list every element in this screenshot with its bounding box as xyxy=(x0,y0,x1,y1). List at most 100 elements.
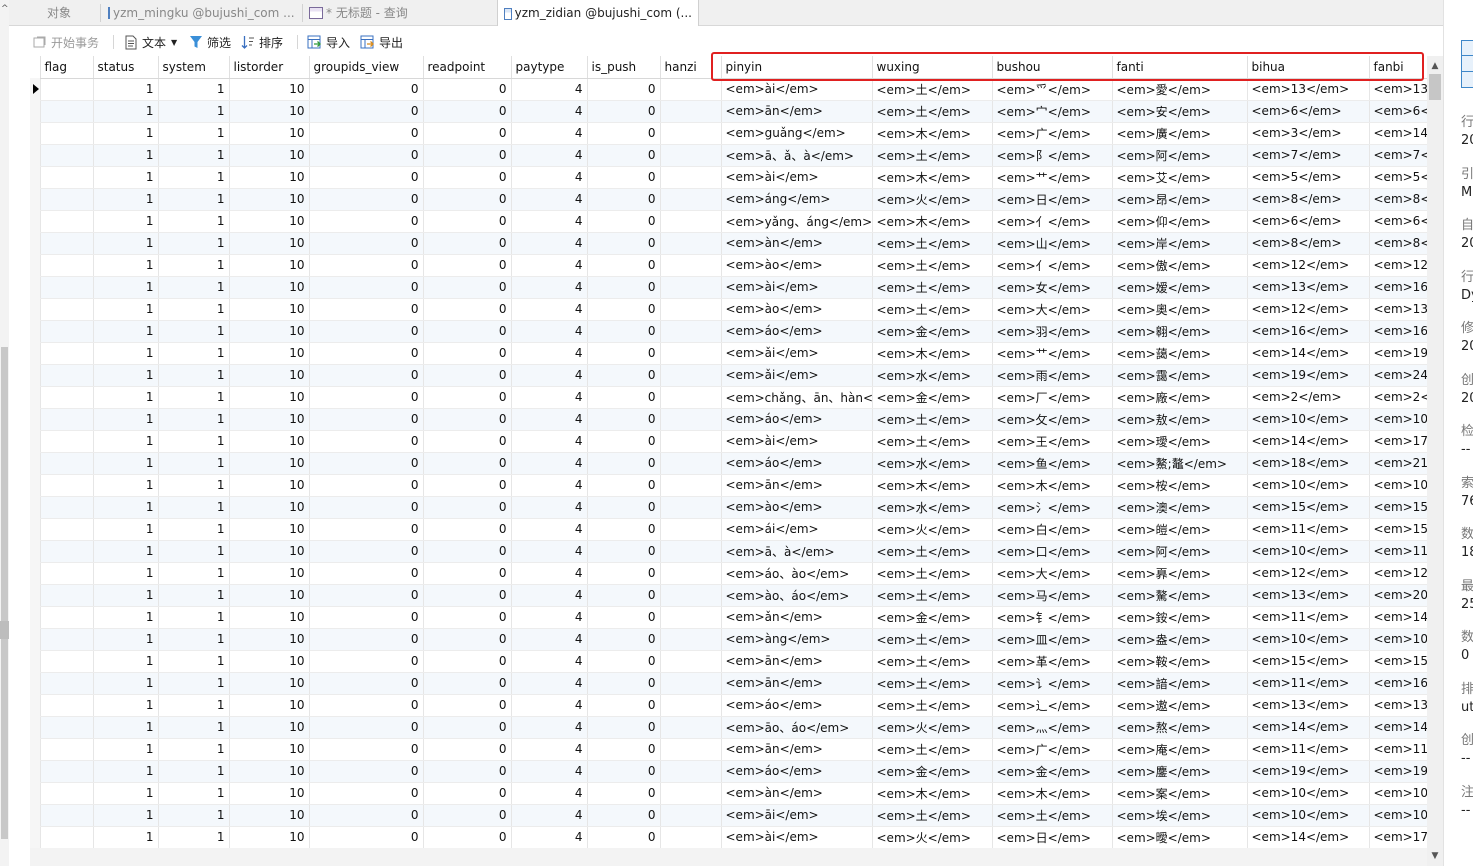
cell-readpoint[interactable]: 0 xyxy=(423,562,512,585)
cell-paytype[interactable]: 4 xyxy=(511,694,588,717)
cell-paytype[interactable]: 4 xyxy=(511,144,588,167)
cell-status[interactable]: 1 xyxy=(93,166,159,189)
cell-bushou[interactable]: <em>亻</em> xyxy=(992,210,1113,233)
cell-fanbi[interactable]: <em>15 xyxy=(1369,496,1427,519)
cell-listorder[interactable]: 10 xyxy=(229,628,310,651)
cell-readpoint[interactable]: 0 xyxy=(423,760,512,783)
cell-pinyin[interactable]: <em>ài</em> xyxy=(721,78,873,101)
cell-flag[interactable] xyxy=(40,232,94,255)
cell-listorder[interactable]: 10 xyxy=(229,760,310,783)
cell-hanzi[interactable] xyxy=(660,78,722,101)
left-strip-splitter-handle[interactable] xyxy=(0,621,9,639)
cell-paytype[interactable]: 4 xyxy=(511,364,588,387)
column-header-fanbi[interactable]: fanbi xyxy=(1369,56,1427,79)
cell-wuxing[interactable]: <em>水</em> xyxy=(872,452,993,475)
cell-listorder[interactable]: 10 xyxy=(229,606,310,629)
cell-paytype[interactable]: 4 xyxy=(511,232,588,255)
cell-bushou[interactable]: <em>日</em> xyxy=(992,188,1113,211)
cell-bushou[interactable]: <em>革</em> xyxy=(992,650,1113,673)
cell-paytype[interactable]: 4 xyxy=(511,452,588,475)
cell-wuxing[interactable]: <em>水</em> xyxy=(872,496,993,519)
cell-listorder[interactable]: 10 xyxy=(229,188,310,211)
cell-listorder[interactable]: 10 xyxy=(229,562,310,585)
cell-status[interactable]: 1 xyxy=(93,826,159,848)
cell-pinyin[interactable]: <em>ā、à</em> xyxy=(721,540,873,563)
cell-system[interactable]: 1 xyxy=(158,452,230,475)
cell-fanti[interactable]: <em>仰</em> xyxy=(1112,210,1248,233)
cell-paytype[interactable]: 4 xyxy=(511,298,588,321)
cell-fanbi[interactable]: <em>10 xyxy=(1369,474,1427,497)
cell-is-push[interactable]: 0 xyxy=(587,716,661,739)
cell-groupids-view[interactable]: 0 xyxy=(309,210,424,233)
filter-button[interactable]: 筛选 xyxy=(189,34,231,50)
cell-fanti[interactable]: <em>盎</em> xyxy=(1112,628,1248,651)
cell-is-push[interactable]: 0 xyxy=(587,100,661,123)
cell-pinyin[interactable]: <em>ān</em> xyxy=(721,650,873,673)
cell-pinyin[interactable]: <em>guǎng</em> xyxy=(721,122,873,145)
cell-wuxing[interactable]: <em>木</em> xyxy=(872,210,993,233)
cell-flag[interactable] xyxy=(40,122,94,145)
cell-listorder[interactable]: 10 xyxy=(229,518,310,541)
table-row[interactable]: 1 1 10 0 0 4 0 <em>áo</em> <em>土</em> <em>辶</em> <… xyxy=(30,694,1427,717)
table-row[interactable]: 11100040<em>chǎng、ān、hàn</em><em>金</em><… xyxy=(30,386,1427,409)
cell-status[interactable]: 1 xyxy=(93,122,159,145)
table-row[interactable]: 1 1 10 0 0 4 0 <em>ào</em> <em>土</em> <em>亻</em> <… xyxy=(30,254,1427,277)
cell-bushou[interactable]: <em>女</em> xyxy=(992,276,1113,299)
cell-fanti[interactable]: <em>銨</em> xyxy=(1112,606,1248,629)
cell-bushou[interactable]: <em>氵</em> xyxy=(992,496,1113,519)
cell-paytype[interactable]: 4 xyxy=(511,100,588,123)
cell-readpoint[interactable]: 0 xyxy=(423,474,512,497)
cell-fanbi[interactable]: <em>19 xyxy=(1369,342,1427,365)
table-row[interactable]: 1 1 10 0 0 4 0 <em>ān</em> <em>土</em> <em>宀</em> <… xyxy=(30,100,1427,123)
cell-groupids-view[interactable]: 0 xyxy=(309,672,424,695)
cell-bushou[interactable]: <em>羽</em> xyxy=(992,320,1113,343)
cell-hanzi[interactable] xyxy=(660,276,722,299)
cell-listorder[interactable]: 10 xyxy=(229,342,310,365)
cell-wuxing[interactable]: <em>土</em> xyxy=(872,298,993,321)
cell-is-push[interactable]: 0 xyxy=(587,232,661,255)
cell-fanbi[interactable]: <em>14 xyxy=(1369,716,1427,739)
cell-listorder[interactable]: 10 xyxy=(229,122,310,145)
cell-fanbi[interactable]: <em>5< xyxy=(1369,166,1427,189)
cell-fanbi[interactable]: <em>13 xyxy=(1369,694,1427,717)
cell-hanzi[interactable] xyxy=(660,298,722,321)
cell-pinyin[interactable]: <em>ào、áo</em> xyxy=(721,584,873,607)
cell-paytype[interactable]: 4 xyxy=(511,122,588,145)
cell-system[interactable]: 1 xyxy=(158,144,230,167)
cell-is-push[interactable]: 0 xyxy=(587,650,661,673)
cell-hanzi[interactable] xyxy=(660,408,722,431)
cell-bushou[interactable]: <em>马</em> xyxy=(992,584,1113,607)
cell-bihua[interactable]: <em>11</em> xyxy=(1247,518,1370,541)
cell-listorder[interactable]: 10 xyxy=(229,804,310,827)
cell-fanbi[interactable]: <em>2< xyxy=(1369,386,1427,409)
cell-groupids-view[interactable]: 0 xyxy=(309,650,424,673)
cell-is-push[interactable]: 0 xyxy=(587,628,661,651)
cell-flag[interactable] xyxy=(40,408,94,431)
column-header-status[interactable]: status xyxy=(93,56,159,79)
cell-paytype[interactable]: 4 xyxy=(511,518,588,541)
cell-status[interactable]: 1 xyxy=(93,760,159,783)
cell-pinyin[interactable]: <em>áo、ào</em> xyxy=(721,562,873,585)
cell-fanti[interactable]: <em>驁</em> xyxy=(1112,584,1248,607)
table-row[interactable]: 1 1 10 0 0 4 0 <em>ài</em> <em>土</em> <em>王</em> <… xyxy=(30,430,1427,453)
cell-hanzi[interactable] xyxy=(660,606,722,629)
cell-bihua[interactable]: <em>19</em> xyxy=(1247,364,1370,387)
cell-paytype[interactable]: 4 xyxy=(511,408,588,431)
cell-status[interactable]: 1 xyxy=(93,188,159,211)
cell-status[interactable]: 1 xyxy=(93,276,159,299)
cell-bushou[interactable]: <em>厂</em> xyxy=(992,386,1113,409)
table-row[interactable]: 1 1 10 0 0 4 0 <em>àn</em> <em>土</em> <em>山</em> <… xyxy=(30,232,1427,255)
cell-pinyin[interactable]: <em>ān</em> xyxy=(721,474,873,497)
cell-bushou[interactable]: <em>山</em> xyxy=(992,232,1113,255)
cell-flag[interactable] xyxy=(40,100,94,123)
tab-yzm-mingku[interactable]: yzm_mingku @bujushi_com ... xyxy=(102,0,300,26)
cell-listorder[interactable]: 10 xyxy=(229,650,310,673)
cell-fanbi[interactable]: <em>13 xyxy=(1369,78,1427,101)
cell-wuxing[interactable]: <em>金</em> xyxy=(872,386,993,409)
cell-groupids-view[interactable]: 0 xyxy=(309,760,424,783)
cell-wuxing[interactable]: <em>木</em> xyxy=(872,782,993,805)
cell-readpoint[interactable]: 0 xyxy=(423,122,512,145)
cell-fanbi[interactable]: <em>14 xyxy=(1369,606,1427,629)
cell-groupids-view[interactable]: 0 xyxy=(309,298,424,321)
cell-listorder[interactable]: 10 xyxy=(229,584,310,607)
